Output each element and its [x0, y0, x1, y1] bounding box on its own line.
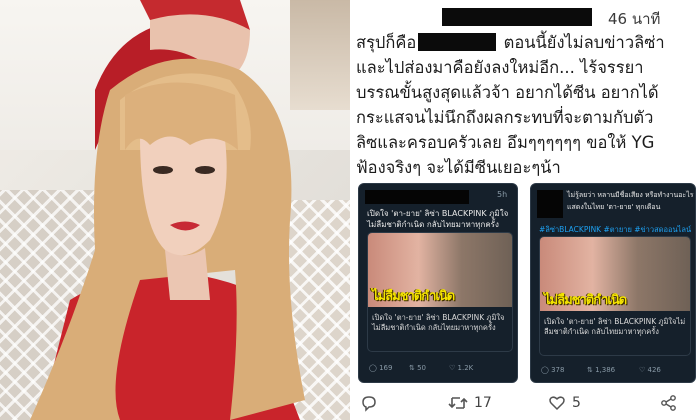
- retweet-count: 17: [474, 395, 492, 411]
- tweet-line: ฟ้องจริงๆ จะได้มีซีนเยอะๆน้า: [356, 158, 561, 177]
- shot2-reply-count: ◯ 378: [541, 366, 565, 374]
- tweet-line: ลิซและครอบครัวเลย อึมๆๆๆๆๆๆ ขอให้ YG: [356, 133, 655, 152]
- photo-illustration: [30, 0, 305, 420]
- shot2-hashtags[interactable]: #ลิซ่าBLACKPINK #ตายาย #ข่าวสดออนไลน์: [539, 224, 693, 236]
- tweet-body: สรุปก็คือ ตอนนี้ยังไม่ลบข่าวลิซ่า และไปส…: [356, 30, 696, 180]
- redacted-account-1: [365, 190, 469, 204]
- shot1-card-caption: เปิดใจ 'ตา-ยาย' ลิซ่า BLACKPINK ภูมิใจไม…: [372, 313, 505, 332]
- tweet-line: บรรณขั้นสูงสุดแล้วจ้า อยากได้ซีน อยากได้: [356, 83, 659, 102]
- like-count: 5: [572, 395, 581, 411]
- shot1-like-count: ♡ 1.2K: [449, 364, 474, 372]
- shot1-card-overlay: ไม่ลืมชาติกำเนิด: [372, 289, 455, 304]
- redacted-username: [442, 8, 592, 26]
- tweet-action-bar: 17 5: [350, 386, 700, 420]
- redacted-account-2: [537, 190, 563, 218]
- retweet-icon[interactable]: [448, 394, 468, 416]
- shot1-reply-count: ◯ 169: [369, 364, 393, 372]
- shot2-line1: ไม่รู้ลยว่า หลานมีชื่อเสียง หรือทำงานอะไ…: [567, 191, 694, 199]
- shot2-retweet-count: ⇅ 1,386: [587, 366, 616, 374]
- shot2-link-card[interactable]: ไม่ลืมชาติกำเนิด เปิดใจ 'ตา-ยาย' ลิซ่า B…: [539, 236, 691, 356]
- shot1-link-card[interactable]: ไม่ลืมชาติกำเนิด เปิดใจ 'ตา-ยาย' ลิซ่า B…: [367, 232, 513, 352]
- tweet-line: กระแสจนไม่นึกถึงผลกระทบที่จะตามกับตัว: [356, 108, 654, 127]
- redacted-name: [418, 33, 497, 51]
- attached-screenshot-1[interactable]: 5h เปิดใจ 'ตา-ยาย' ลิซ่า BLACKPINK ภูมิใ…: [358, 183, 518, 383]
- shot2-like-count: ♡ 426: [639, 366, 661, 374]
- shot2-line2: แสดงในไทย 'ตา-ยาย' ทุกเดือน: [567, 203, 661, 211]
- tweet-time-ago: 46 นาที: [608, 10, 661, 28]
- shot1-headline: เปิดใจ 'ตา-ยาย' ลิซ่า BLACKPINK ภูมิใจไม…: [367, 209, 509, 229]
- tweet-line: และไปส่องมาคือยังลงใหม่อีก... ไร้จรรยา: [356, 58, 644, 77]
- reply-icon[interactable]: [360, 394, 378, 416]
- lisa-photo: [0, 0, 350, 420]
- shot2-card-caption: เปิดใจ 'ตา-ยาย' ลิซ่า BLACKPINK ภูมิใจไม…: [544, 317, 686, 336]
- shot2-card-overlay: ไม่ลืมชาติกำเนิด: [544, 293, 627, 308]
- attached-screenshot-2[interactable]: ไม่รู้ลยว่า หลานมีชื่อเสียง หรือทำงานอะไ…: [530, 183, 696, 383]
- share-icon[interactable]: [660, 394, 678, 416]
- tweet-line: สรุปก็คือ ตอนนี้ยังไม่ลบข่าวลิซ่า: [356, 33, 665, 52]
- like-icon[interactable]: [548, 394, 566, 416]
- shot1-retweet-count: ⇅ 50: [409, 364, 427, 372]
- shot1-time: 5h: [497, 190, 508, 199]
